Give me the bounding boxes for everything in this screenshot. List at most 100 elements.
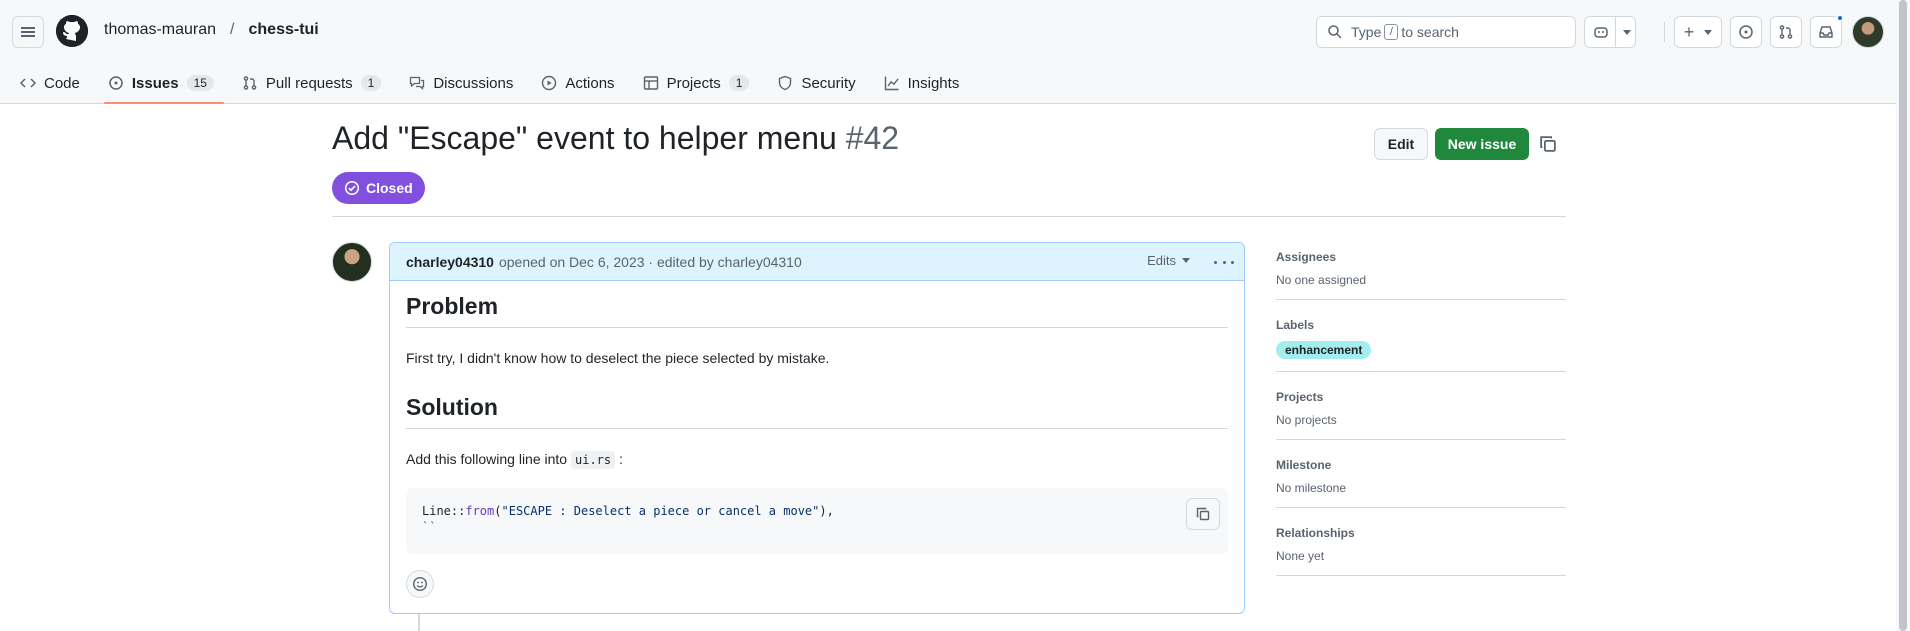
- search-shortcut-key: /: [1384, 24, 1399, 40]
- chevron-down-icon: [1182, 258, 1190, 263]
- header-divider: [332, 216, 1566, 217]
- breadcrumb-repo-link[interactable]: chess-tui: [249, 21, 319, 39]
- notification-indicator: [1836, 14, 1844, 22]
- assignees-title: Assignees: [1276, 250, 1337, 264]
- tab-label: Issues: [131, 74, 179, 92]
- copy-icon: [1196, 507, 1210, 521]
- search-input[interactable]: Type / to search: [1316, 16, 1576, 48]
- breadcrumb: thomas-mauran / chess-tui: [104, 21, 319, 39]
- tab-label: Insights: [907, 74, 960, 92]
- milestone-section[interactable]: Milestone No milestone: [1276, 450, 1566, 508]
- chevron-down-icon: [1704, 29, 1713, 35]
- scrollbar[interactable]: [1896, 0, 1910, 631]
- shield-icon: [779, 75, 792, 91]
- code-string: "ESCAPE : Deselect a piece or cancel a m…: [501, 504, 820, 518]
- tab-label: Code: [44, 74, 80, 92]
- comment-author-link[interactable]: charley04310: [406, 254, 494, 270]
- tab-insights[interactable]: Insights: [880, 62, 970, 104]
- issue-title: Add "Escape" event to helper menu #42: [332, 120, 899, 157]
- projects-count-badge: 1: [728, 75, 750, 91]
- comment-header: charley04310 opened on Dec 6, 2023 · edi…: [390, 243, 1244, 281]
- user-avatar[interactable]: [1852, 16, 1884, 48]
- search-prefix: Type: [1351, 24, 1382, 40]
- create-new-button[interactable]: +: [1674, 16, 1722, 48]
- comment-body: Problem First try, I didn't know how to …: [390, 281, 1244, 566]
- issue-body-comment: charley04310 opened on Dec 6, 2023 · edi…: [389, 242, 1245, 614]
- issue-closed-icon: [344, 180, 360, 196]
- code-prefix: Line::: [422, 504, 466, 518]
- issue-sidebar: Assignees No one assigned Labels enhance…: [1276, 242, 1566, 586]
- relationships-section[interactable]: Relationships None yet: [1276, 518, 1566, 576]
- code-open-paren: (: [494, 504, 502, 518]
- plus-icon: +: [1683, 21, 1695, 42]
- relationships-value: None yet: [1276, 549, 1325, 563]
- solution-text: Add this following line into ui.rs :: [406, 449, 1228, 470]
- labels-section[interactable]: Labels enhancement: [1276, 310, 1566, 372]
- chevron-down-icon: [1623, 30, 1631, 35]
- edits-label: Edits: [1147, 253, 1176, 268]
- tab-code[interactable]: Code: [16, 62, 90, 104]
- issue-number: #42: [845, 120, 900, 156]
- edits-dropdown[interactable]: Edits: [1147, 253, 1190, 268]
- copy-code-button[interactable]: [1186, 498, 1220, 530]
- code-close-paren: ),: [819, 504, 834, 518]
- status-label: Closed: [366, 180, 413, 196]
- menu-button[interactable]: [12, 16, 44, 48]
- timeline-line: [418, 614, 420, 631]
- code-icon: [20, 78, 36, 88]
- issues-shortcut-button[interactable]: [1730, 16, 1762, 48]
- inbox-icon: [1819, 26, 1833, 38]
- status-badge: Closed: [332, 172, 425, 204]
- pull-requests-shortcut-button[interactable]: [1770, 16, 1802, 48]
- copy-icon[interactable]: [1538, 134, 1558, 154]
- tab-label: Projects: [666, 74, 721, 92]
- tab-projects[interactable]: Projects 1: [639, 62, 760, 104]
- comment-discussion-icon: [410, 76, 425, 90]
- projects-value: No projects: [1276, 413, 1337, 427]
- new-issue-button[interactable]: New issue: [1435, 128, 1529, 160]
- tab-label: Security: [801, 74, 856, 92]
- issue-title-text: Add "Escape" event to helper menu: [332, 120, 837, 156]
- pull-requests-count-badge: 1: [360, 75, 382, 91]
- tab-discussions[interactable]: Discussions: [405, 62, 523, 104]
- solution-heading: Solution: [406, 394, 1228, 429]
- labels-title: Labels: [1276, 318, 1315, 332]
- solution-text-tail: :: [619, 451, 623, 467]
- inline-code: ui.rs: [571, 451, 616, 469]
- relationships-title: Relationships: [1276, 526, 1355, 540]
- search-suffix: to search: [1401, 24, 1459, 40]
- breadcrumb-separator: /: [230, 21, 235, 38]
- projects-section[interactable]: Projects No projects: [1276, 382, 1566, 440]
- scrollbar-thumb[interactable]: [1899, 0, 1907, 631]
- smiley-icon: [412, 576, 428, 592]
- search-icon: [1328, 25, 1342, 39]
- top-bar: thomas-mauran / chess-tui Type / to sear…: [0, 0, 1910, 62]
- add-reaction-button[interactable]: [406, 570, 434, 598]
- code-block: Line::from("ESCAPE : Deselect a piece or…: [406, 488, 1228, 554]
- problem-heading: Problem: [406, 293, 1228, 328]
- tab-issues[interactable]: Issues 15: [103, 62, 224, 104]
- projects-title: Projects: [1276, 390, 1324, 404]
- copilot-icon: [1594, 27, 1608, 38]
- tab-actions[interactable]: Actions: [537, 62, 624, 104]
- milestone-title: Milestone: [1276, 458, 1332, 472]
- edit-title-button[interactable]: Edit: [1374, 128, 1428, 160]
- tab-label: Pull requests: [265, 74, 353, 92]
- tab-security[interactable]: Security: [773, 62, 865, 104]
- copilot-button[interactable]: [1584, 16, 1636, 48]
- breadcrumb-owner-link[interactable]: thomas-mauran: [104, 21, 216, 39]
- comment-meta: opened on Dec 6, 2023 · edited by charle…: [498, 253, 802, 270]
- problem-text: First try, I didn't know how to deselect…: [406, 350, 830, 366]
- kebab-horizontal-icon[interactable]: [1214, 254, 1234, 270]
- repo-nav-tabs: Code Issues 15 Pull requests 1 Discussio…: [0, 62, 1910, 104]
- assignees-section[interactable]: Assignees No one assigned: [1276, 242, 1566, 300]
- label-enhancement[interactable]: enhancement: [1276, 341, 1372, 359]
- issues-count-badge: 15: [186, 75, 214, 91]
- tab-pull-requests[interactable]: Pull requests 1: [238, 62, 391, 104]
- github-logo-icon[interactable]: [56, 15, 88, 47]
- issue-opened-icon: [1739, 25, 1753, 39]
- author-avatar[interactable]: [332, 242, 372, 282]
- solution-text-lead: Add this following line into: [406, 451, 568, 467]
- git-pull-request-icon: [1779, 25, 1793, 39]
- graph-icon: [884, 76, 899, 91]
